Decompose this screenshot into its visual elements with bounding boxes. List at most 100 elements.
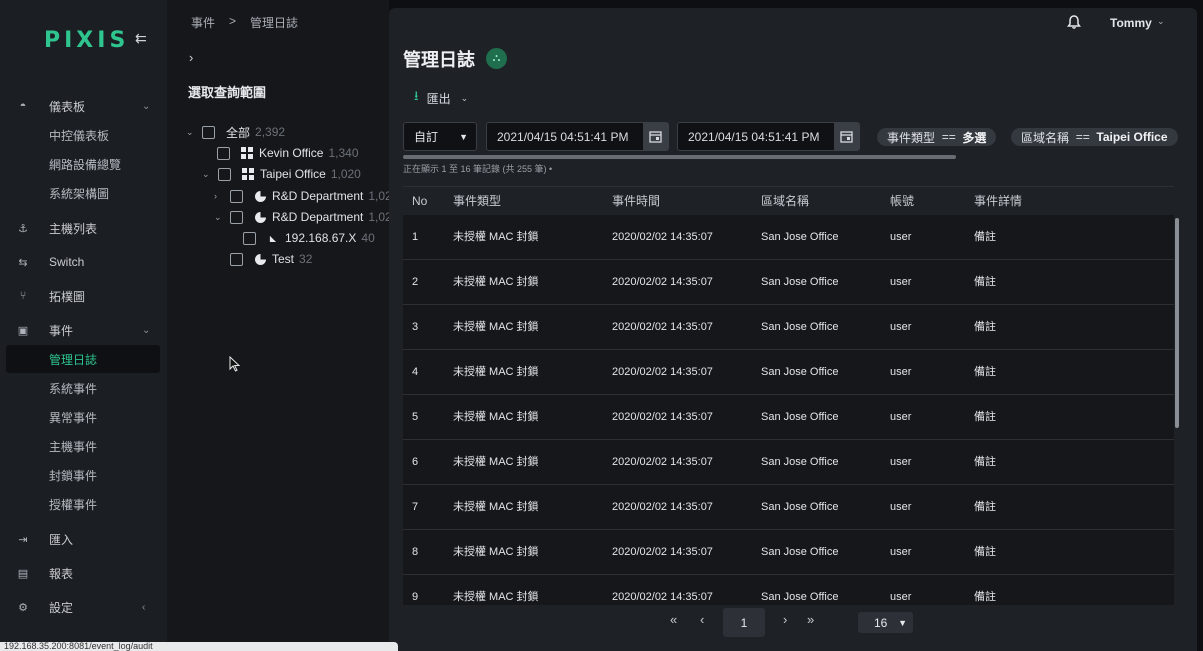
page-title: 管理日誌	[403, 50, 475, 70]
sidebar-subitem-audit-log[interactable]: 管理日誌	[6, 345, 160, 373]
column-header-region[interactable]: 區域名稱	[761, 187, 809, 216]
date-from-input[interactable]: 2021/04/15 04:51:41 PM	[486, 122, 669, 151]
sidebar-subitem-control-dashboard[interactable]: 中控儀表板	[0, 121, 167, 149]
tree-checkbox[interactable]	[243, 231, 256, 245]
cell-details[interactable]: 備註	[974, 575, 996, 605]
window-edge	[1197, 0, 1203, 651]
sidebar-subitem-architecture[interactable]: 系統架構圖	[0, 179, 167, 207]
horizontal-scrollbar[interactable]	[403, 155, 956, 159]
tree-node-rd-department-2[interactable]: ⌄ R&D Department 1,02	[214, 208, 392, 226]
breadcrumb-item-events[interactable]: 事件	[191, 14, 215, 31]
cell-event-type: 未授權 MAC 封鎖	[453, 321, 539, 333]
prev-page-button[interactable]: ‹	[700, 612, 704, 627]
export-button[interactable]: ⭳ 匯出 ⌄	[414, 87, 468, 109]
column-header-details[interactable]: 事件詳情	[974, 187, 1022, 216]
notification-bell-icon[interactable]	[1066, 14, 1082, 30]
department-pie-icon	[254, 190, 266, 202]
sidebar-item-import[interactable]: ⇥ 匯入	[0, 525, 167, 553]
sidebar-subitem-block-events[interactable]: 封鎖事件	[0, 461, 167, 489]
sidebar-item-report[interactable]: ▤ 報表	[0, 559, 167, 587]
sidebar-item-settings[interactable]: ⚙ 設定 ‹	[0, 593, 167, 621]
filter-chip-event-type[interactable]: 事件類型 == 多選	[877, 128, 997, 146]
sidebar-item-dashboard[interactable]: ◓ 儀表板 ⌄	[0, 92, 167, 120]
collapse-sidebar-icon[interactable]: ⇇	[135, 30, 151, 46]
table-row[interactable]: 8 未授權 MAC 封鎖 2020/02/02 14:35:07 San Jose O…	[403, 530, 1174, 575]
user-menu[interactable]: Tommy	[1110, 16, 1152, 30]
chevron-down-icon[interactable]: ⌄	[1157, 16, 1165, 27]
cell-region: San Jose Office	[761, 546, 839, 558]
tree-checkbox[interactable]	[230, 189, 243, 203]
settings-icon: ⚙	[18, 601, 28, 614]
sidebar-subitem-anomaly-events[interactable]: 異常事件	[0, 403, 167, 431]
cell-event-time: 2020/02/02 14:35:07	[612, 456, 713, 468]
expand-panel-icon[interactable]: ›	[189, 50, 193, 65]
table-row[interactable]: 7 未授權 MAC 封鎖 2020/02/02 14:35:07 San Jose O…	[403, 485, 1174, 530]
column-header-event-type[interactable]: 事件類型	[453, 187, 501, 216]
cell-event-type: 未授權 MAC 封鎖	[453, 411, 539, 423]
cell-region: San Jose Office	[761, 231, 839, 243]
cell-details[interactable]: 備註	[974, 215, 996, 260]
tree-node-all[interactable]: ⌄ 全部 2,392	[186, 123, 285, 141]
tree-node-rd-department-1[interactable]: › R&D Department 1,02	[214, 187, 392, 205]
table-row[interactable]: 3 未授權 MAC 封鎖 2020/02/02 14:35:07 San Jose O…	[403, 305, 1174, 350]
table-row[interactable]: 4 未授權 MAC 封鎖 2020/02/02 14:35:07 San Jose O…	[403, 350, 1174, 395]
sidebar-item-topology[interactable]: ⑂ 拓樸圖	[0, 282, 167, 310]
sidebar-item-events[interactable]: ▣ 事件 ⌄	[0, 316, 167, 344]
tree-node-subnet[interactable]: ◣ 192.168.67.X 40	[243, 229, 375, 247]
cell-details[interactable]: 備註	[974, 440, 996, 485]
cell-region: San Jose Office	[761, 456, 839, 468]
date-to-input[interactable]: 2021/04/15 04:51:41 PM	[677, 122, 860, 151]
first-page-button[interactable]: «	[670, 612, 677, 627]
cell-details[interactable]: 備註	[974, 485, 996, 530]
cell-account: user	[890, 456, 912, 468]
calendar-icon[interactable]	[643, 123, 668, 150]
sidebar-item-hosts[interactable]: ⚓ 主機列表	[0, 214, 167, 242]
table-row[interactable]: 2 未授權 MAC 封鎖 2020/02/02 14:35:07 San Jose O…	[403, 260, 1174, 305]
cell-details[interactable]: 備註	[974, 305, 996, 350]
subnet-icon: ◣	[269, 233, 277, 243]
table-row[interactable]: 1 未授權 MAC 封鎖 2020/02/02 14:35:07 San Jose O…	[403, 215, 1174, 260]
sidebar-item-switch[interactable]: ⇆ Switch	[0, 248, 167, 276]
tree-node-test[interactable]: Test 32	[230, 250, 312, 268]
current-page[interactable]: 1	[723, 608, 765, 637]
filter-chip-region[interactable]: 區域名稱 == Taipei Office	[1011, 128, 1178, 146]
tree-checkbox[interactable]	[230, 252, 243, 266]
cell-details[interactable]: 備註	[974, 395, 996, 440]
sidebar-subitem-host-events[interactable]: 主機事件	[0, 432, 167, 460]
time-range-select[interactable]: 自訂 ▼	[403, 122, 477, 151]
column-header-event-time[interactable]: 事件時間	[612, 187, 660, 216]
column-header-account[interactable]: 帳號	[890, 187, 914, 216]
cell-region: San Jose Office	[761, 411, 839, 423]
table-row[interactable]: 5 未授權 MAC 封鎖 2020/02/02 14:35:07 San Jose O…	[403, 395, 1174, 440]
next-page-button[interactable]: ›	[783, 612, 787, 627]
cell-event-type: 未授權 MAC 封鎖	[453, 366, 539, 378]
tree-node-taipei-office[interactable]: ⌄ Taipei Office 1,020	[202, 165, 361, 183]
sidebar-subitem-auth-events[interactable]: 授權事件	[0, 490, 167, 518]
table-row[interactable]: 6 未授權 MAC 封鎖 2020/02/02 14:35:07 San Jose O…	[403, 440, 1174, 485]
tree-node-kevin-office[interactable]: Kevin Office 1,340	[217, 144, 359, 162]
cell-details[interactable]: 備註	[974, 260, 996, 305]
topology-icon: ⑂	[19, 290, 27, 302]
calendar-icon[interactable]	[834, 123, 859, 150]
sidebar-subitem-system-events[interactable]: 系統事件	[0, 374, 167, 402]
tree-checkbox[interactable]	[202, 125, 215, 139]
sidebar-subitem-network-overview[interactable]: 網路設備總覽	[0, 150, 167, 178]
tree-checkbox[interactable]	[230, 210, 243, 224]
page-size-select[interactable]: 16 ▼	[858, 612, 913, 633]
breadcrumb: 事件 > 管理日誌	[191, 14, 298, 31]
column-header-no[interactable]: No	[412, 187, 427, 216]
cell-region: San Jose Office	[761, 591, 839, 603]
tree-checkbox[interactable]	[218, 167, 231, 181]
status-url: 192.168.35.200:8081/event_log/audit	[0, 642, 398, 651]
cell-details[interactable]: 備註	[974, 530, 996, 575]
hierarchy-icon[interactable]: ⛬	[486, 48, 507, 69]
tree-checkbox[interactable]	[217, 146, 230, 160]
import-icon: ⇥	[18, 533, 28, 546]
sidebar: PIXIS ⇇ ◓ 儀表板 ⌄ 中控儀表板 網路設備總覽 系統架構圖 ⚓ 主機列…	[0, 0, 167, 651]
pagination	[389, 605, 1197, 651]
cell-event-time: 2020/02/02 14:35:07	[612, 366, 713, 378]
table-row[interactable]: 9 未授權 MAC 封鎖 2020/02/02 14:35:07 San Jose O…	[403, 575, 1174, 605]
vertical-scrollbar[interactable]	[1175, 218, 1179, 428]
cell-details[interactable]: 備註	[974, 350, 996, 395]
last-page-button[interactable]: »	[807, 612, 814, 627]
